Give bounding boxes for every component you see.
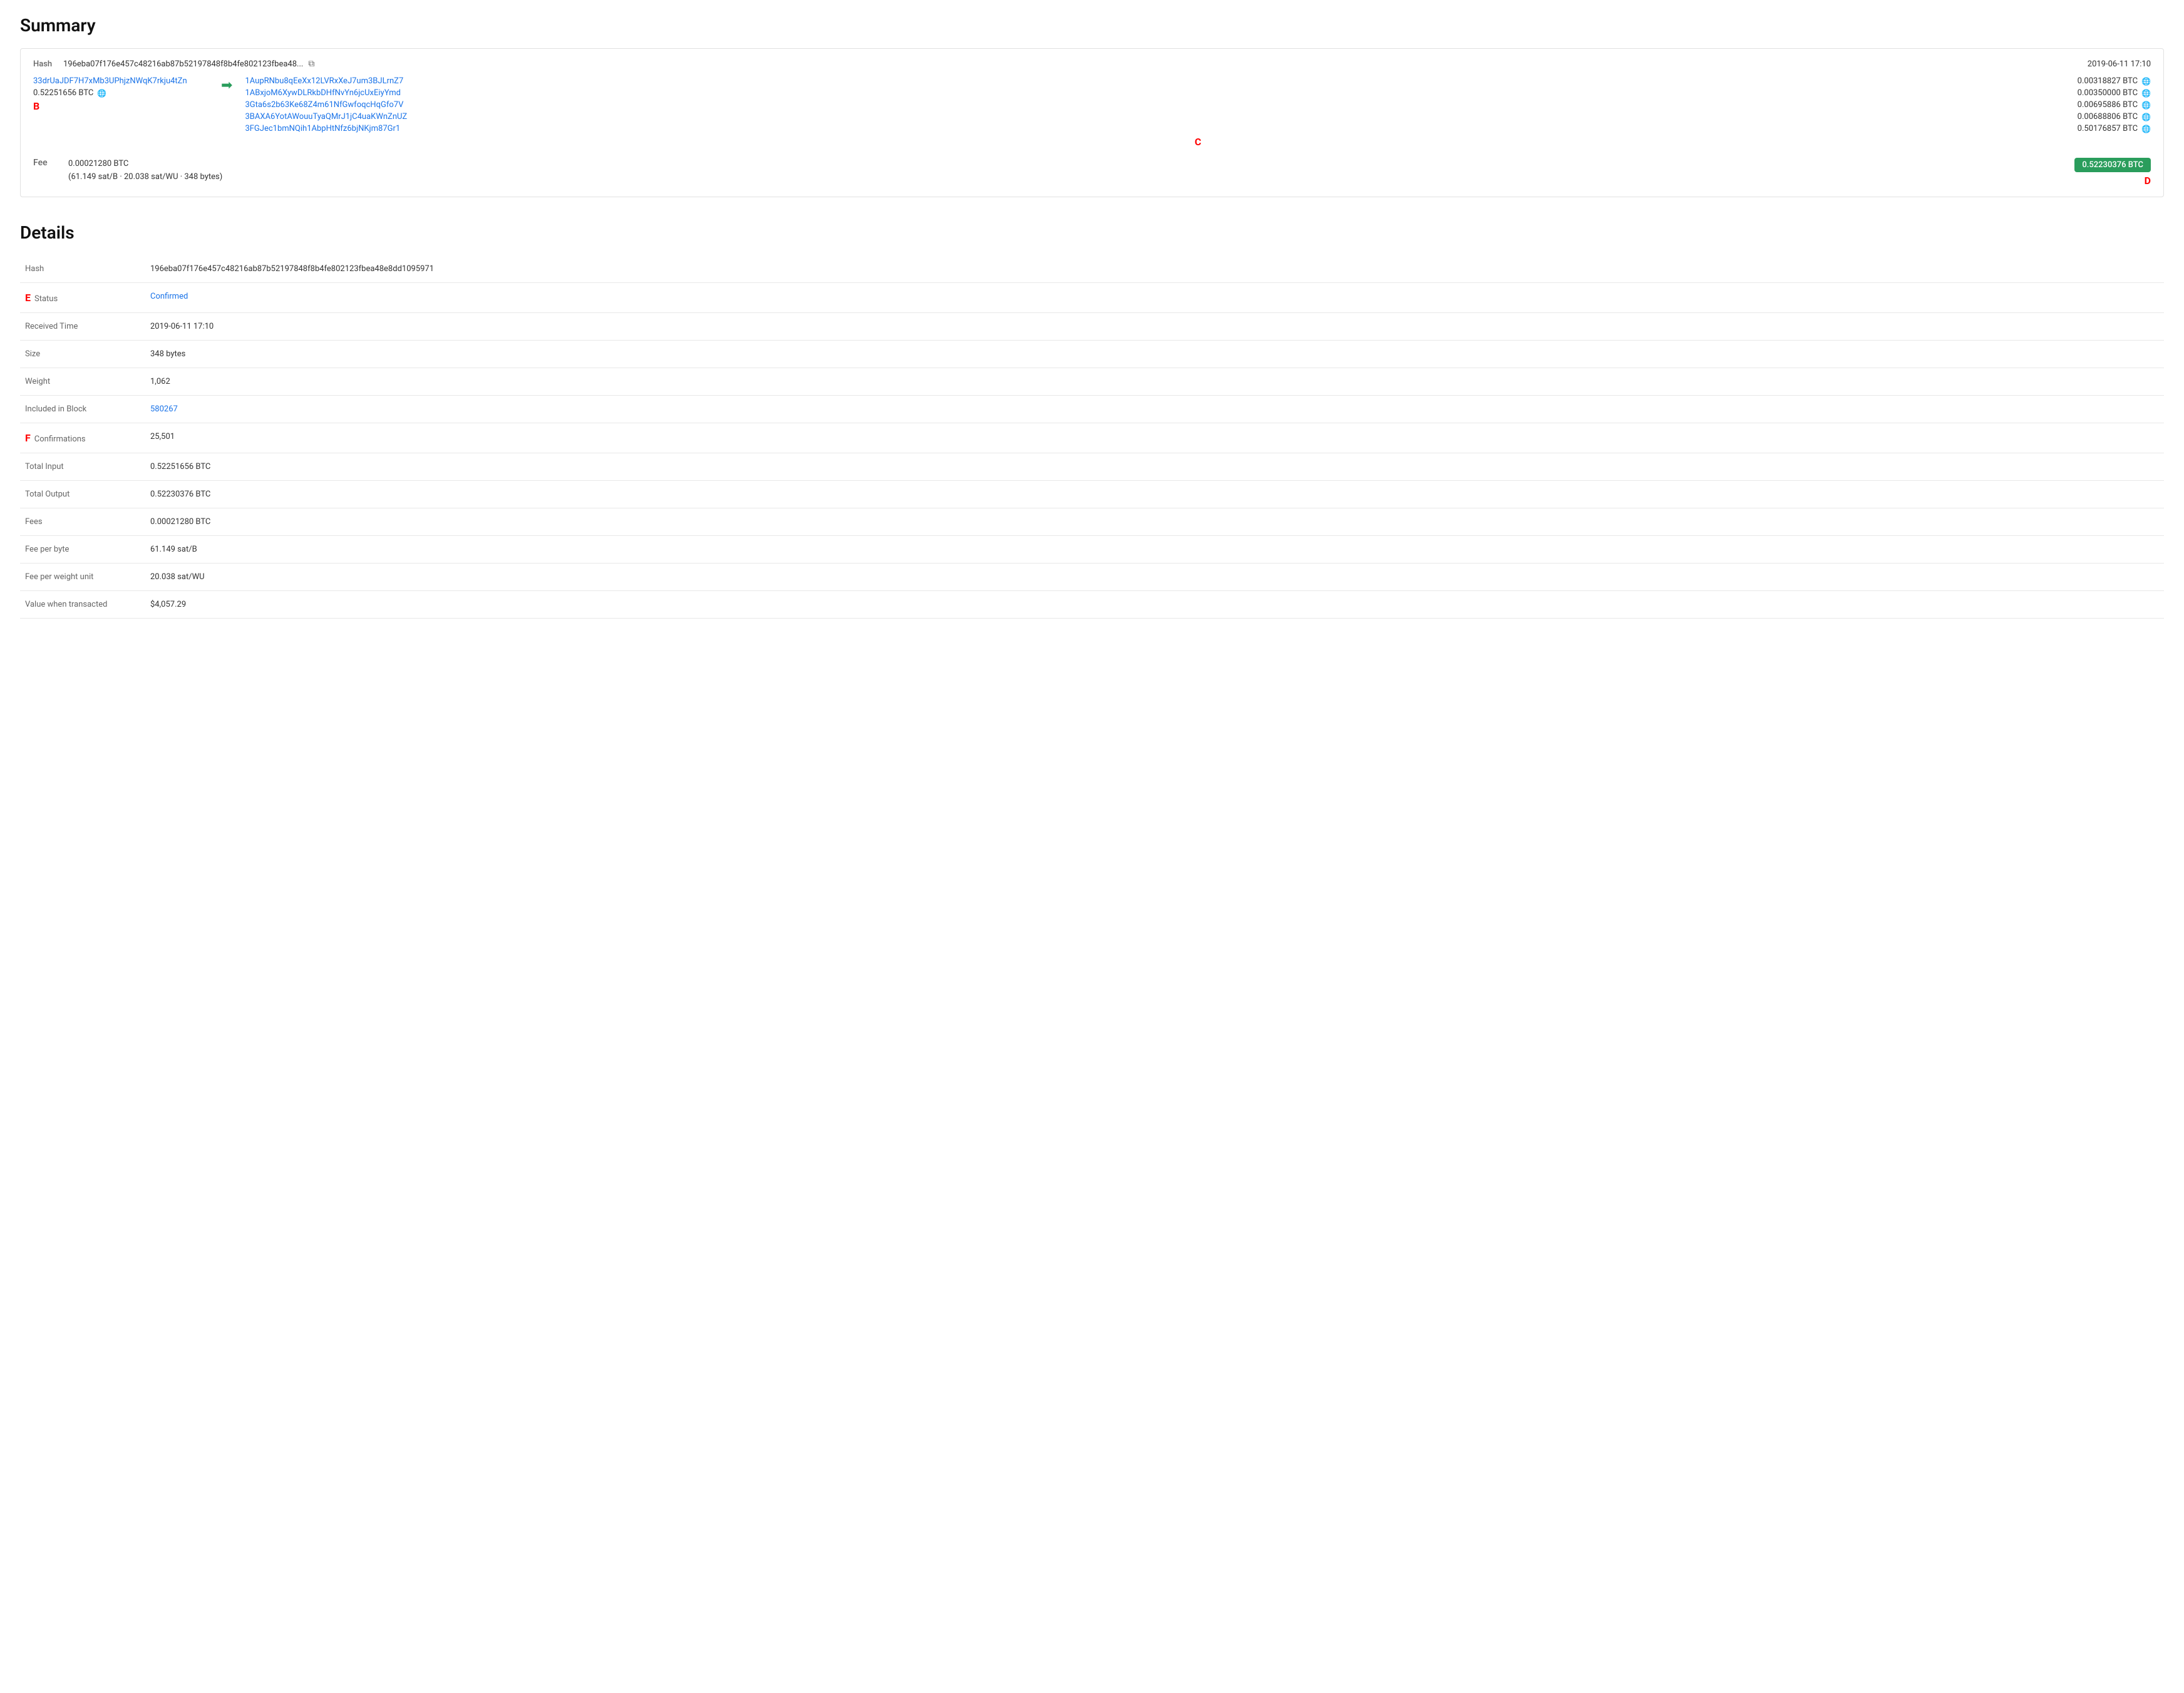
detail-value-fees: 0.00021280 BTC: [145, 508, 2164, 536]
globe-icon-0: 🌐: [2141, 77, 2151, 86]
output-amount-2: 0.00695886 BTC 🌐: [2078, 100, 2151, 110]
table-row: Value when transacted $4,057.29: [20, 591, 2164, 619]
arrow-icon: ➡: [221, 78, 232, 93]
detail-label-total-output: Total Output: [20, 481, 145, 508]
globe-icon-2: 🌐: [2141, 101, 2151, 110]
table-row: Hash 196eba07f176e457c48216ab87b52197848…: [20, 255, 2164, 283]
copy-icon[interactable]: ⧉: [308, 59, 314, 69]
table-row: Total Output 0.52230376 BTC: [20, 481, 2164, 508]
fee-row: Fee 0.00021280 BTC (61.149 sat/B · 20.03…: [33, 158, 2151, 187]
fee-label: Fee: [33, 158, 58, 184]
table-row: Weight 1,062: [20, 368, 2164, 396]
detail-value-received-time: 2019-06-11 17:10: [145, 313, 2164, 341]
block-link[interactable]: 580267: [150, 404, 178, 414]
tx-row: 33drUaJDF7H7xMb3UPhjzNWqK7rkju4tZn 0.522…: [33, 76, 2151, 148]
globe-icon-input: 🌐: [97, 89, 106, 98]
detail-label-size: Size: [20, 341, 145, 368]
detail-label-block: Included in Block: [20, 396, 145, 423]
table-row: Received Time 2019-06-11 17:10: [20, 313, 2164, 341]
summary-title: Summary: [20, 15, 2164, 36]
detail-value-total-output: 0.52230376 BTC: [145, 481, 2164, 508]
input-item: 33drUaJDF7H7xMb3UPhjzNWqK7rkju4tZn: [33, 76, 209, 86]
summary-card: A Hash 196eba07f176e457c48216ab87b521978…: [20, 48, 2164, 197]
output-amount-1: 0.00350000 BTC 🌐: [2078, 88, 2151, 98]
detail-label-value-transacted: Value when transacted: [20, 591, 145, 619]
output-amount-3: 0.00688806 BTC 🌐: [2078, 112, 2151, 121]
output-address-4[interactable]: 3FGJec1bmNQih1AbpHtNfz6bjNKjm87Gr1: [245, 124, 2077, 133]
fee-btc: 0.00021280 BTC: [68, 158, 222, 171]
detail-value-confirmations: 25,501: [145, 423, 2164, 453]
output-address-3[interactable]: 3BAXA6YotAWouuTyaQMrJ1jC4uaKWnZnUZ: [245, 112, 2077, 121]
output-address-0[interactable]: 1AupRNbu8qEeXx12LVRxXeJ7um3BJLrnZ7: [245, 76, 2077, 86]
detail-label-hash: Hash: [20, 255, 145, 283]
detail-value-fee-per-byte: 61.149 sat/B: [145, 536, 2164, 563]
table-row: FConfirmations 25,501: [20, 423, 2164, 453]
detail-label-received-time: Received Time: [20, 313, 145, 341]
summary-section: Summary A Hash 196eba07f176e457c48216ab8…: [20, 15, 2164, 197]
detail-label-total-input: Total Input: [20, 453, 145, 481]
output-address-2[interactable]: 3Gta6s2b63Ke68Z4m61NfGwfoqcHqGfo7V: [245, 100, 2077, 110]
label-b: B: [33, 100, 209, 112]
table-row: Fee per byte 61.149 sat/B: [20, 536, 2164, 563]
total-output-badge: 0.52230376 BTC: [2074, 158, 2151, 172]
tx-input: 33drUaJDF7H7xMb3UPhjzNWqK7rkju4tZn 0.522…: [33, 76, 209, 112]
output-item-0: 1AupRNbu8qEeXx12LVRxXeJ7um3BJLrnZ7 0.003…: [245, 76, 2151, 86]
table-row: EStatus Confirmed: [20, 283, 2164, 313]
detail-label-weight: Weight: [20, 368, 145, 396]
fee-value: 0.00021280 BTC (61.149 sat/B · 20.038 sa…: [68, 158, 222, 184]
detail-label-fee-per-wu: Fee per weight unit: [20, 563, 145, 591]
detail-value-weight: 1,062: [145, 368, 2164, 396]
output-item-3: 3BAXA6YotAWouuTyaQMrJ1jC4uaKWnZnUZ 0.006…: [245, 112, 2151, 121]
hash-left: A Hash 196eba07f176e457c48216ab87b521978…: [33, 59, 314, 69]
details-section: Details Hash 196eba07f176e457c48216ab87b…: [20, 222, 2164, 619]
hash-value: 196eba07f176e457c48216ab87b52197848f8b4f…: [63, 59, 303, 69]
fee-detail: (61.149 sat/B · 20.038 sat/WU · 348 byte…: [68, 171, 222, 184]
detail-value-fee-per-wu: 20.038 sat/WU: [145, 563, 2164, 591]
detail-label-fees: Fees: [20, 508, 145, 536]
output-item-1: 1ABxjoM6XywDLRkbDHfNvYn6jcUxEiyYmd 0.003…: [245, 88, 2151, 98]
table-row: Fee per weight unit 20.038 sat/WU: [20, 563, 2164, 591]
globe-icon-3: 🌐: [2141, 113, 2151, 121]
summary-hash-row: A Hash 196eba07f176e457c48216ab87b521978…: [33, 59, 2151, 69]
status-confirmed: Confirmed: [150, 292, 188, 301]
details-table: Hash 196eba07f176e457c48216ab87b52197848…: [20, 255, 2164, 619]
globe-icon-1: 🌐: [2141, 89, 2151, 98]
input-amount: 0.52251656 BTC: [33, 88, 93, 98]
output-item-4: 3FGJec1bmNQih1AbpHtNfz6bjNKjm87Gr1 0.501…: [245, 124, 2151, 133]
globe-icon-4: 🌐: [2141, 125, 2151, 133]
label-c: C: [245, 136, 2151, 148]
table-row: Fees 0.00021280 BTC: [20, 508, 2164, 536]
details-title: Details: [20, 222, 2164, 243]
table-row: Total Input 0.52251656 BTC: [20, 453, 2164, 481]
output-address-1[interactable]: 1ABxjoM6XywDLRkbDHfNvYn6jcUxEiyYmd: [245, 88, 2077, 98]
detail-value-block: 580267: [145, 396, 2164, 423]
table-row: Size 348 bytes: [20, 341, 2164, 368]
detail-value-size: 348 bytes: [145, 341, 2164, 368]
detail-value-total-input: 0.52251656 BTC: [145, 453, 2164, 481]
output-amount-0: 0.00318827 BTC 🌐: [2078, 76, 2151, 86]
hash-label: Hash: [33, 59, 58, 69]
tx-outputs: 1AupRNbu8qEeXx12LVRxXeJ7um3BJLrnZ7 0.003…: [245, 76, 2151, 148]
detail-label-fee-per-byte: Fee per byte: [20, 536, 145, 563]
table-row: Included in Block 580267: [20, 396, 2164, 423]
label-e: E: [25, 292, 31, 304]
detail-value-hash: 196eba07f176e457c48216ab87b52197848f8b4f…: [145, 255, 2164, 283]
summary-date: 2019-06-11 17:10: [2088, 59, 2151, 69]
output-item-2: 3Gta6s2b63Ke68Z4m61NfGwfoqcHqGfo7V 0.006…: [245, 100, 2151, 110]
label-d: D: [2145, 175, 2151, 187]
label-f: F: [25, 432, 31, 444]
detail-label-confirmations: FConfirmations: [20, 423, 145, 453]
output-amount-4: 0.50176857 BTC 🌐: [2078, 124, 2151, 133]
detail-label-status: EStatus: [20, 283, 145, 313]
fee-left: Fee 0.00021280 BTC (61.149 sat/B · 20.03…: [33, 158, 222, 184]
detail-value-status: Confirmed: [145, 283, 2164, 313]
detail-value-value-transacted: $4,057.29: [145, 591, 2164, 619]
input-address[interactable]: 33drUaJDF7H7xMb3UPhjzNWqK7rkju4tZn: [33, 76, 187, 86]
